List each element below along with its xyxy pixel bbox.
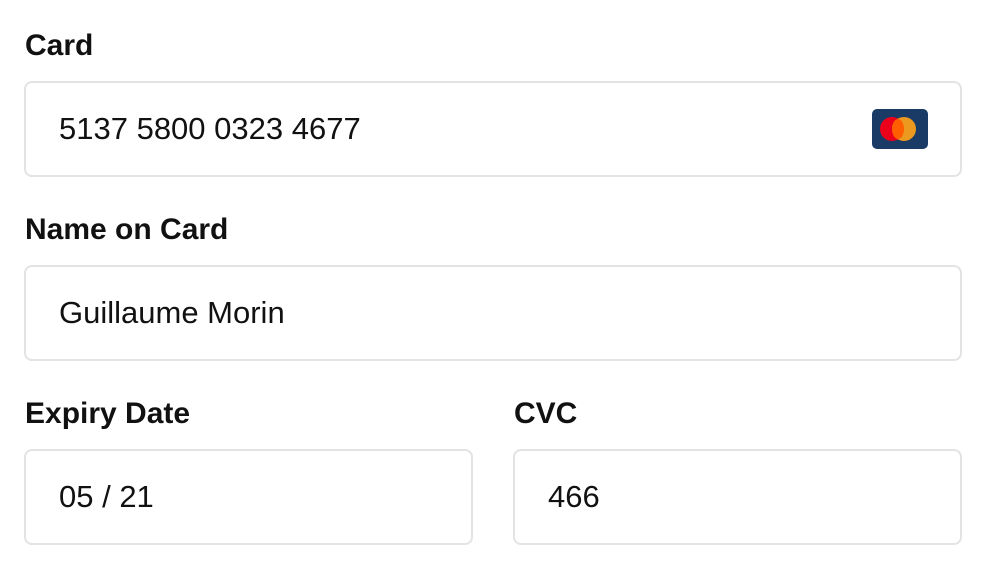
mastercard-overlap	[892, 119, 904, 139]
cvc-label: CVC	[514, 397, 578, 430]
card-label: Card	[25, 29, 94, 62]
name-on-card-value: Guillaume Morin	[59, 295, 285, 330]
name-on-card-label: Name on Card	[25, 213, 229, 246]
expiry-date-label: Expiry Date	[25, 397, 191, 430]
mastercard-icon	[872, 109, 928, 149]
card-number-input[interactable]: 5137 5800 0323 4677	[24, 81, 962, 177]
card-number-value: 5137 5800 0323 4677	[59, 111, 361, 146]
cvc-input[interactable]: 466	[513, 449, 962, 545]
name-on-card-input[interactable]: Guillaume Morin	[24, 265, 962, 361]
expiry-date-value: 05 / 21	[59, 479, 154, 514]
cvc-value: 466	[548, 479, 600, 514]
expiry-date-input[interactable]: 05 / 21	[24, 449, 473, 545]
